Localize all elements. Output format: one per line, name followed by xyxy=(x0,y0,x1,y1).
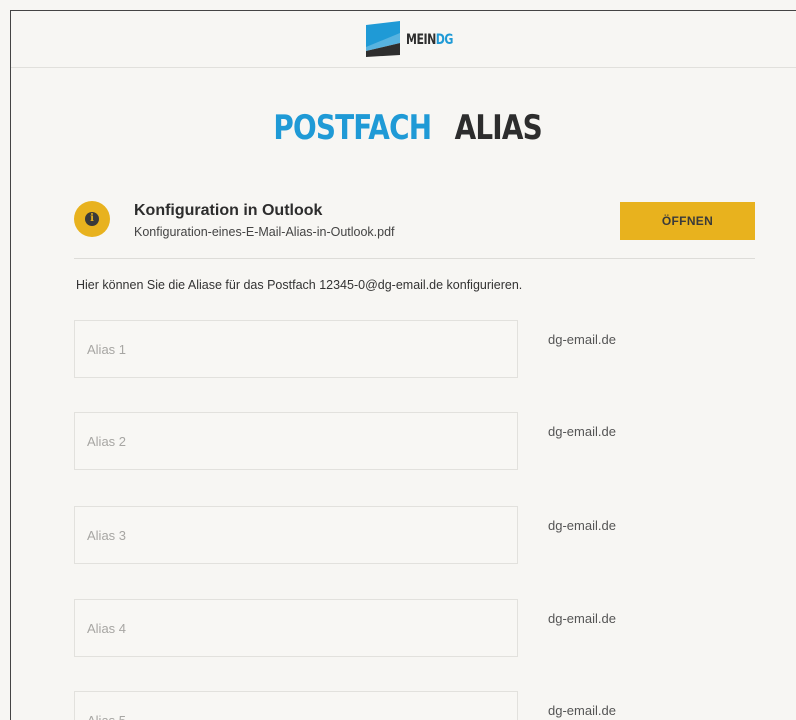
alias-domain-5: dg-email.de xyxy=(548,703,616,718)
page-title-part1: POSTFACH xyxy=(272,108,432,148)
alias-row: dg-email.de xyxy=(74,691,755,720)
page-title: POSTFACH ALIAS xyxy=(11,108,796,148)
outlook-config-info: i Konfiguration in Outlook Konfiguration… xyxy=(74,191,755,259)
logo-text-dg: DG xyxy=(435,30,454,48)
info-filename: Konfiguration-eines-E-Mail-Alias-in-Outl… xyxy=(134,225,395,239)
page-title-part2: ALIAS xyxy=(454,108,543,148)
open-button[interactable]: ÖFFNEN xyxy=(620,202,755,240)
alias-input-1[interactable] xyxy=(74,320,518,378)
logo-mark-icon xyxy=(366,21,401,57)
alias-row: dg-email.de xyxy=(74,412,755,470)
logo-text-mein: MEIN xyxy=(406,30,436,48)
alias-domain-1: dg-email.de xyxy=(548,332,616,347)
info-title: Konfiguration in Outlook xyxy=(134,202,323,219)
alias-input-5[interactable] xyxy=(74,691,518,720)
alias-row: dg-email.de xyxy=(74,506,755,564)
alias-domain-3: dg-email.de xyxy=(548,518,616,533)
alias-row: dg-email.de xyxy=(74,599,755,657)
alias-domain-2: dg-email.de xyxy=(548,424,616,439)
alias-input-3[interactable] xyxy=(74,506,518,564)
logo-text: MEINDG xyxy=(406,31,453,48)
description-text: Hier können Sie die Aliase für das Postf… xyxy=(76,278,523,292)
logo[interactable]: MEINDG xyxy=(364,21,453,57)
top-bar: MEINDG xyxy=(11,11,796,68)
alias-row: dg-email.de xyxy=(74,320,755,378)
info-icon: i xyxy=(74,201,110,237)
alias-input-4[interactable] xyxy=(74,599,518,657)
page-frame: MEINDG POSTFACH ALIAS i Konfiguration in… xyxy=(10,10,796,720)
alias-domain-4: dg-email.de xyxy=(548,611,616,626)
alias-input-2[interactable] xyxy=(74,412,518,470)
